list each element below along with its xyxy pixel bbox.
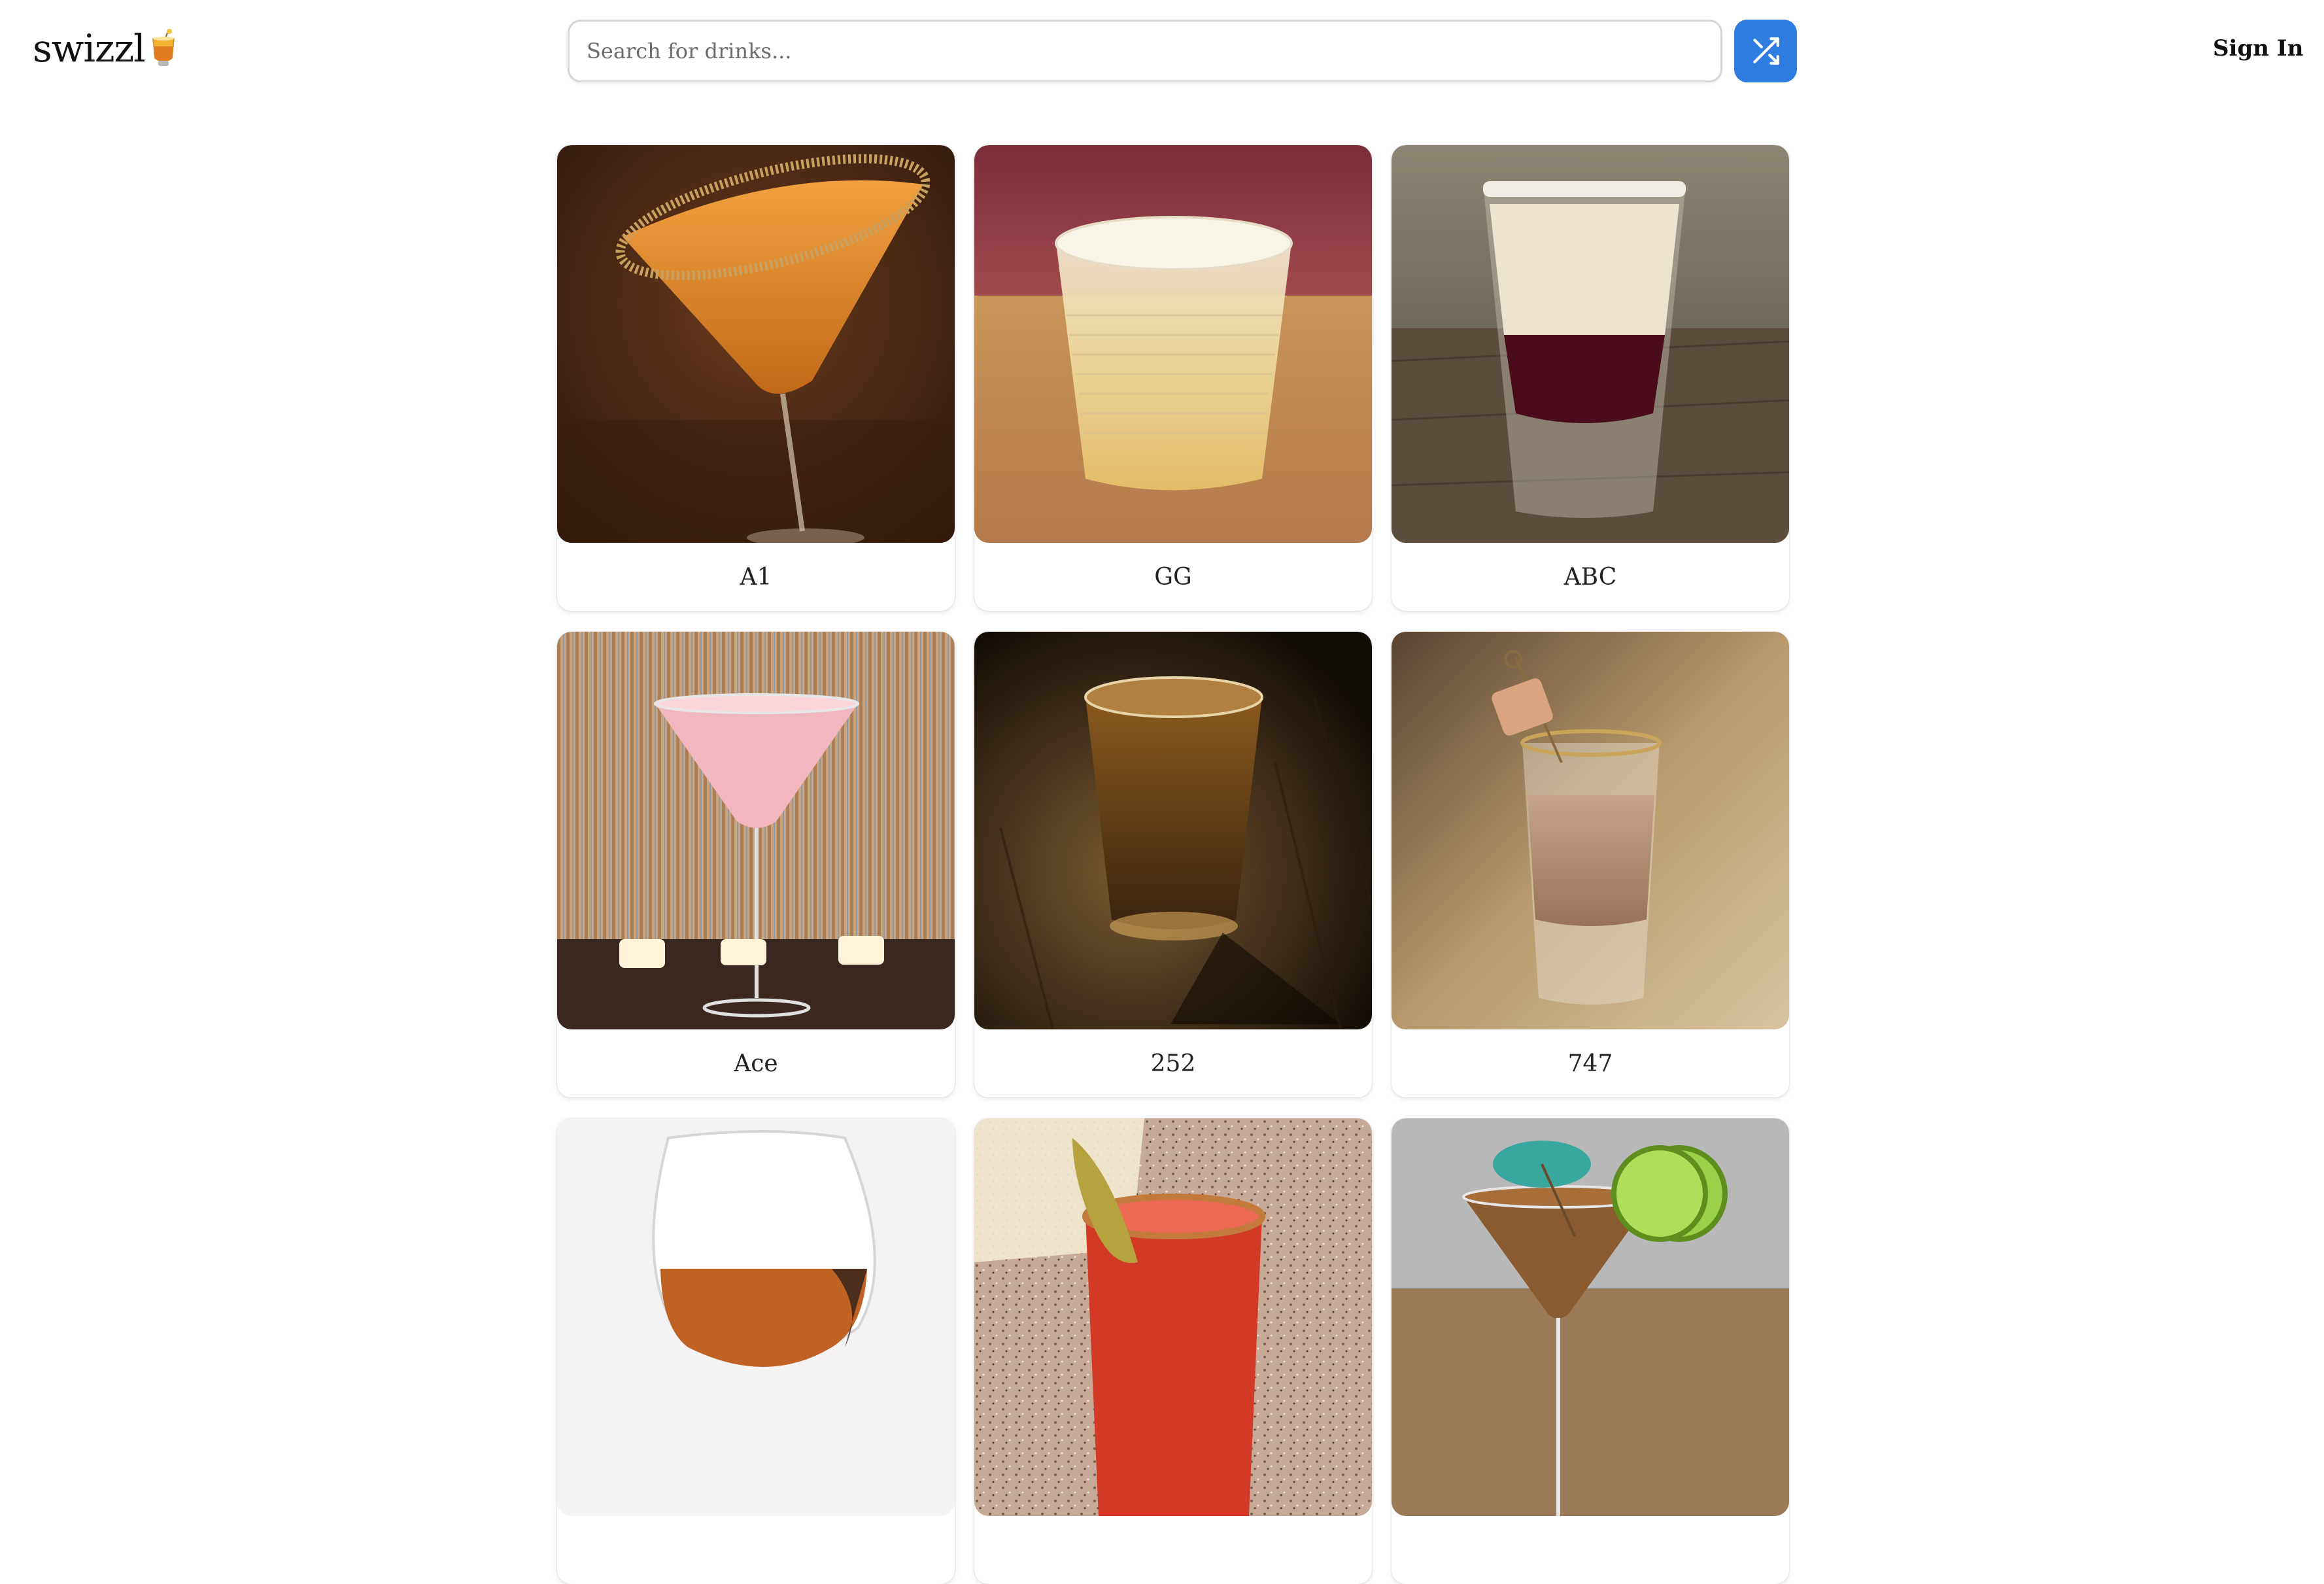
drinks-grid: A1 GG ABC Ace 252 747 (557, 145, 1789, 1584)
drink-card[interactable]: GG (974, 145, 1372, 611)
drink-name: Ace (734, 1050, 778, 1077)
drink-card[interactable]: 747 (1392, 632, 1789, 1097)
drink-card[interactable]: Ace (557, 632, 955, 1097)
drink-card[interactable]: ABC (1392, 145, 1789, 611)
drink-card[interactable]: 252 (974, 632, 1372, 1097)
drink-name: 252 (1150, 1050, 1196, 1077)
logo-text: swizzl (33, 26, 146, 71)
drink-image (1392, 632, 1789, 1029)
drink-name (1392, 1516, 1789, 1584)
drink-image (974, 1118, 1372, 1516)
drink-image (974, 632, 1372, 1029)
drink-name (974, 1516, 1372, 1584)
drink-name: ABC (1564, 563, 1617, 591)
shuffle-icon (1753, 37, 1779, 65)
random-drink-button[interactable] (1734, 20, 1797, 82)
drink-image (557, 145, 955, 543)
sign-in-link[interactable]: Sign In (2213, 35, 2303, 61)
drink-image (974, 145, 1372, 543)
drink-card[interactable] (557, 1118, 955, 1584)
app-logo[interactable]: swizzl (33, 26, 178, 71)
top-navbar: swizzl Sign In (0, 0, 2324, 105)
drink-image (1392, 1118, 1789, 1516)
cocktail-glass-icon (152, 29, 175, 66)
drink-card[interactable]: A1 (557, 145, 955, 611)
drink-name: 747 (1567, 1050, 1613, 1077)
drink-image (557, 632, 955, 1029)
drink-name: GG (1154, 563, 1192, 591)
search-input[interactable] (570, 22, 1720, 80)
search-bar (568, 20, 1722, 82)
drink-image (557, 1118, 955, 1516)
drink-name (557, 1516, 955, 1584)
drink-name: A1 (740, 563, 772, 591)
drink-card[interactable] (974, 1118, 1372, 1584)
drink-image (1392, 145, 1789, 543)
drink-card[interactable] (1392, 1118, 1789, 1584)
